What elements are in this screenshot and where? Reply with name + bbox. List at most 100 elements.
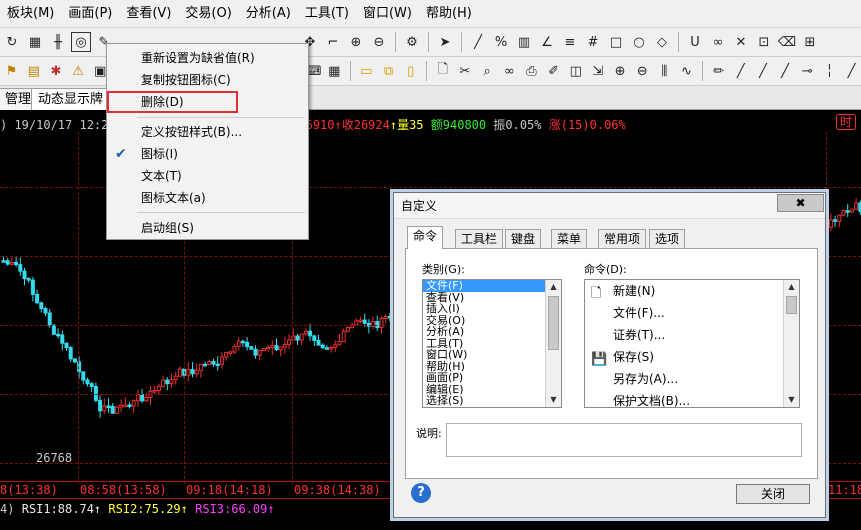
wave-icon[interactable]: ∿ <box>677 61 696 81</box>
list-item[interactable]: 画面(P) <box>423 372 561 384</box>
indicator-icon[interactable]: ⚑ <box>2 61 21 81</box>
menu-bangzhu[interactable]: 帮助(H) <box>419 0 479 28</box>
command-list[interactable]: 🗋 新建(N) 文件(F)... 证券(T)... 💾 保存(S) 另存为(A)… <box>584 279 800 408</box>
zoom-in-icon[interactable]: ⊕ <box>346 32 366 52</box>
candle-body <box>22 270 27 280</box>
list-item[interactable]: 分析(A) <box>423 326 561 338</box>
cursor-icon[interactable]: ➤ <box>435 32 455 52</box>
fibonacci-icon[interactable]: ≡ <box>560 32 580 52</box>
menu-item-text[interactable]: 文本(T) <box>107 165 308 187</box>
circle-icon[interactable]: ○ <box>629 32 649 52</box>
menu-item-reset-default[interactable]: 重新设置为缺省值(R) <box>107 47 308 69</box>
export-icon[interactable]: ⇲ <box>588 61 607 81</box>
paste-icon[interactable]: ▯ <box>401 61 420 81</box>
menu-item-copy-icon[interactable]: 复制按钮图标(C) <box>107 69 308 91</box>
list-item[interactable]: 💾 保存(S) <box>585 346 799 368</box>
zoom-minus-icon[interactable]: ⊖ <box>633 61 652 81</box>
zoom-out-icon[interactable]: ⊖ <box>369 32 389 52</box>
tab-dynamic-board[interactable]: 动态显示牌 <box>31 88 111 110</box>
rectangle-icon[interactable]: □ <box>606 32 626 52</box>
angle-icon[interactable]: ∠ <box>537 32 557 52</box>
menu-item-icon[interactable]: ✔ 图标(I) <box>107 143 308 165</box>
hline-icon[interactable]: ⊸ <box>798 61 817 81</box>
report-icon[interactable]: ▤ <box>24 61 43 81</box>
edit-icon[interactable]: ✐ <box>544 61 563 81</box>
cut-icon[interactable]: ✂ <box>455 61 474 81</box>
menu-fenxi[interactable]: 分析(A) <box>239 0 298 28</box>
category-list[interactable]: 文件(F) 查看(V) 插入(I) 交易(O) 分析(A) 工具(T) 窗口(W… <box>422 279 562 408</box>
target-icon[interactable]: ◎ <box>71 32 91 52</box>
magnet-icon[interactable]: Ս <box>685 32 705 52</box>
list-item[interactable]: 保护文档(B)... <box>585 390 799 407</box>
list-item[interactable]: 选择(S) <box>423 395 561 407</box>
layers-icon[interactable]: ◫ <box>566 61 585 81</box>
delete-drawing-icon[interactable]: ✕ <box>731 32 751 52</box>
list-item[interactable]: 证券(T)... <box>585 324 799 346</box>
list-item[interactable]: 文件(F) <box>423 280 561 292</box>
paint-icon[interactable]: ✱ <box>46 61 65 81</box>
tab-options[interactable]: 选项 <box>649 229 686 249</box>
grid-layout-icon[interactable]: ▦ <box>25 32 45 52</box>
tab-toolbars[interactable]: 工具栏 <box>455 229 504 249</box>
settings-icon[interactable]: ⚙ <box>402 32 422 52</box>
tab-menu[interactable]: 菜单 <box>551 229 588 249</box>
close-icon[interactable]: ✖ <box>777 194 824 212</box>
menu-chuangkou[interactable]: 窗口(W) <box>356 0 419 28</box>
diamond-icon[interactable]: ◇ <box>652 32 672 52</box>
help-icon[interactable]: ? <box>411 483 431 503</box>
menu-huamian[interactable]: 画面(P) <box>61 0 119 28</box>
trendline-icon[interactable]: ╱ <box>731 61 750 81</box>
percent-icon[interactable]: % <box>491 32 511 52</box>
menu-bankuai[interactable]: 板块(M) <box>0 0 61 28</box>
bars-icon[interactable]: ⫼ <box>655 61 674 81</box>
lock-icon[interactable]: ⊡ <box>754 32 774 52</box>
time-tag[interactable]: 时 <box>836 114 857 130</box>
copy-icon[interactable]: ⧉ <box>379 61 398 81</box>
list-item[interactable]: 文件(F)... <box>585 302 799 324</box>
print-icon[interactable]: ⎙ <box>522 61 541 81</box>
channel-icon[interactable]: ╱ <box>842 61 861 81</box>
menu-item-icon-text[interactable]: 图标文本(a) <box>107 187 308 209</box>
scroll-thumb[interactable] <box>548 296 559 350</box>
list-item[interactable]: 另存为(A)... <box>585 368 799 390</box>
grid-icon[interactable]: ⊞ <box>800 32 820 52</box>
list-item[interactable]: 🗋 新建(N) <box>585 280 799 302</box>
scroll-thumb[interactable] <box>786 296 797 314</box>
menu-jiaoyi[interactable]: 交易(O) <box>178 0 238 28</box>
refresh-icon[interactable]: ↻ <box>2 32 22 52</box>
category-scrollbar[interactable]: ▲ ▼ <box>545 280 561 407</box>
candle-chart-icon[interactable]: ╫ <box>48 32 68 52</box>
menu-gongju[interactable]: 工具(T) <box>298 0 356 28</box>
scroll-up-icon[interactable]: ▲ <box>784 280 799 294</box>
hash-icon[interactable]: # <box>583 32 603 52</box>
folder-icon[interactable]: ▭ <box>357 61 376 81</box>
scroll-up-icon[interactable]: ▲ <box>546 280 561 294</box>
ray-icon[interactable]: ╱ <box>753 61 772 81</box>
close-button[interactable]: 关闭 <box>736 484 810 504</box>
brush-icon[interactable]: ✏ <box>709 61 728 81</box>
command-scrollbar[interactable]: ▲ ▼ <box>783 280 799 407</box>
segment-icon[interactable]: ╱ <box>776 61 795 81</box>
link-icon[interactable]: ∞ <box>708 32 728 52</box>
menu-chakan[interactable]: 查看(V) <box>119 0 178 28</box>
menu-item-define-style[interactable]: 定义按钮样式(B)... <box>107 121 308 143</box>
tab-keyboard[interactable]: 键盘 <box>505 229 542 249</box>
list-item[interactable]: 窗口(W) <box>423 349 561 361</box>
scroll-down-icon[interactable]: ▼ <box>546 393 561 407</box>
menu-item-start-group[interactable]: 启动组(S) <box>107 217 308 239</box>
list-item[interactable]: 插入(I) <box>423 303 561 315</box>
tab-common[interactable]: 常用项 <box>598 229 647 249</box>
scroll-down-icon[interactable]: ▼ <box>784 393 799 407</box>
tab-commands[interactable]: 命令 <box>407 226 444 249</box>
calc-icon[interactable]: ▦ <box>325 61 344 81</box>
binoculars-icon[interactable]: ∞ <box>500 61 519 81</box>
warning-icon[interactable]: ⚠ <box>68 61 87 81</box>
vline-icon[interactable]: ╎ <box>820 61 839 81</box>
zoom-plus-icon[interactable]: ⊕ <box>610 61 629 81</box>
ruler-icon[interactable]: ⌐ <box>323 32 343 52</box>
bar-icon[interactable]: ▥ <box>514 32 534 52</box>
line-icon[interactable]: ╱ <box>468 32 488 52</box>
new-file-icon[interactable]: 🗋 <box>433 61 452 81</box>
find-icon[interactable]: ⌕ <box>478 61 497 81</box>
trash-icon[interactable]: ⌫ <box>777 32 797 52</box>
